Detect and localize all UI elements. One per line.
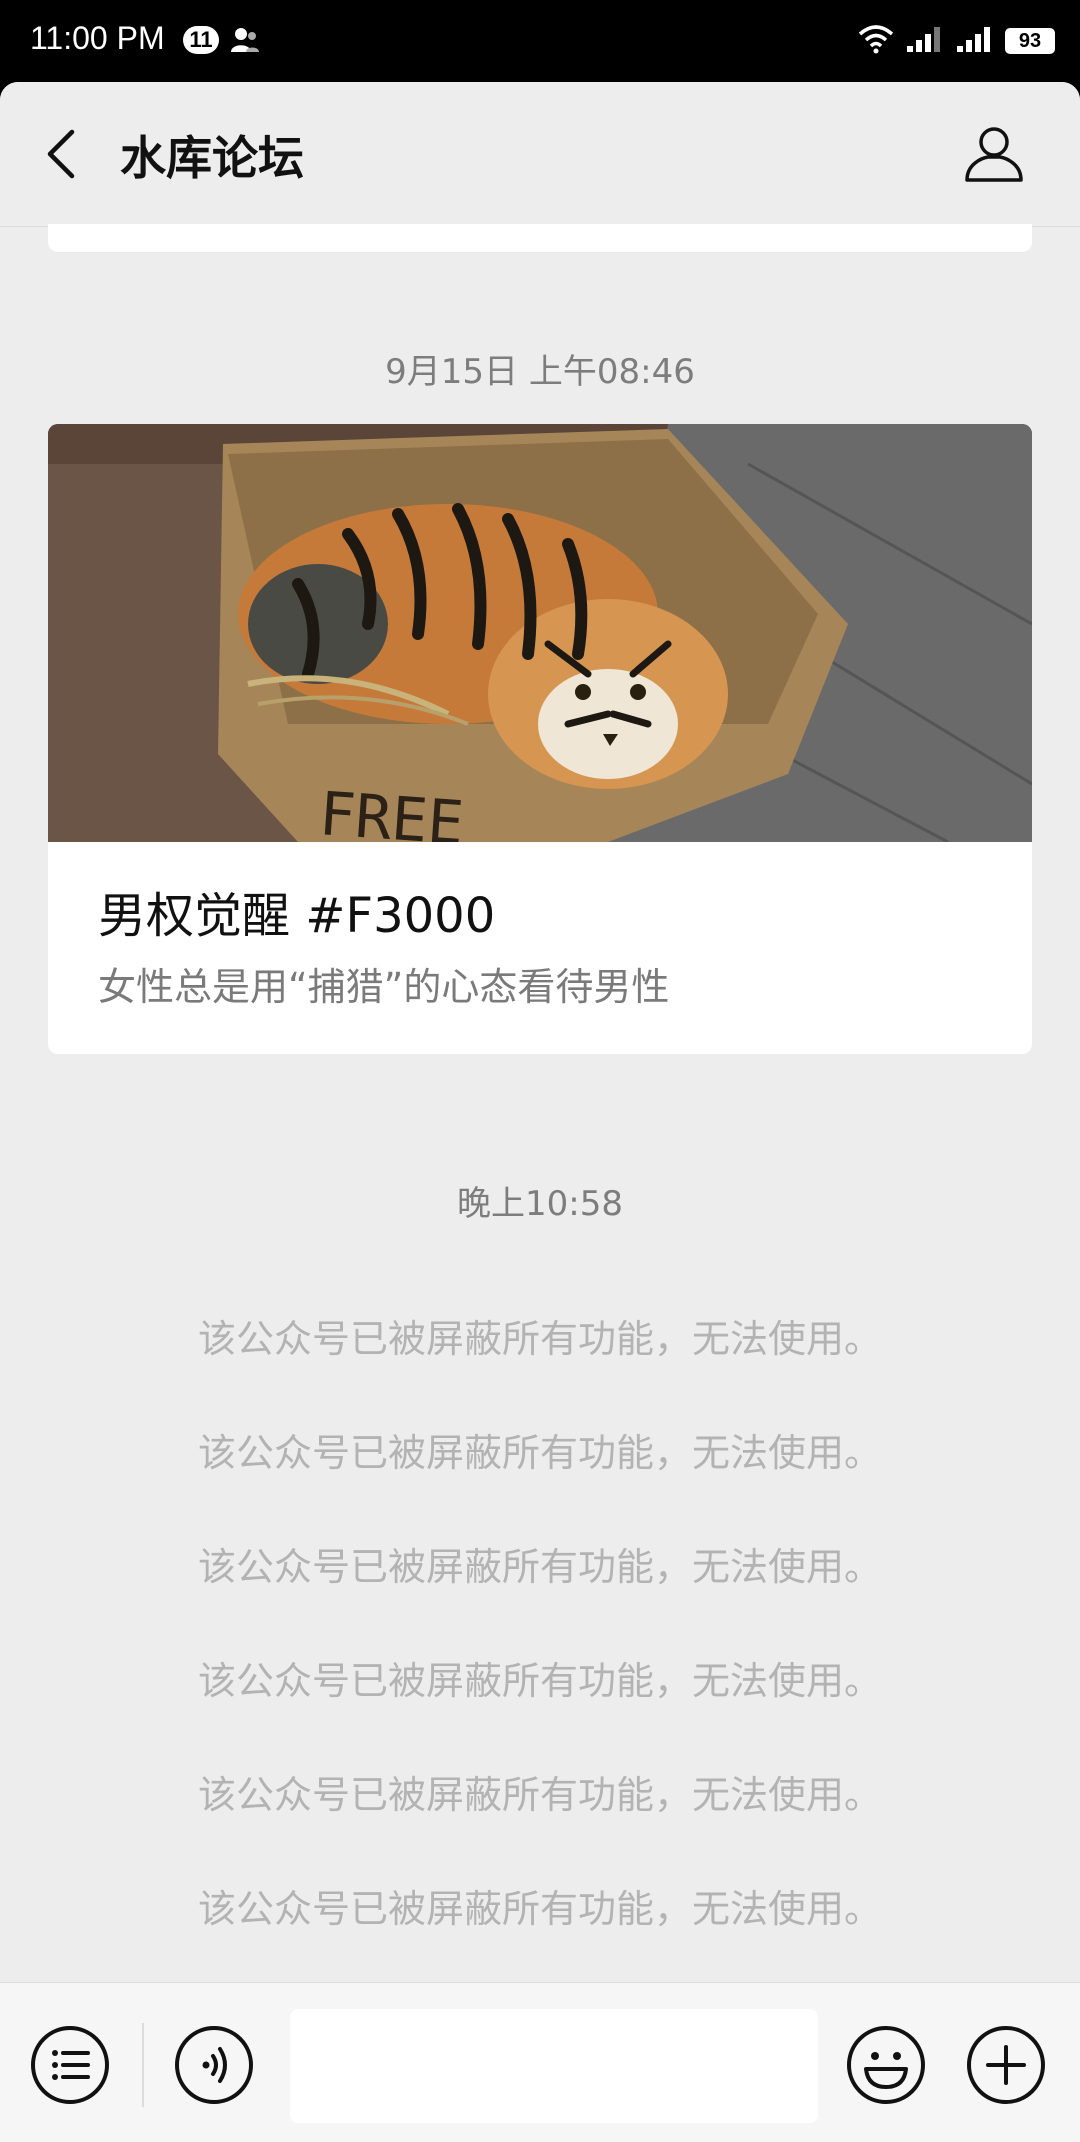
blocked-notice: 该公众号已被屏蔽所有功能，无法使用。 [197, 1659, 882, 1703]
blocked-notice: 该公众号已被屏蔽所有功能，无法使用。 [197, 1545, 882, 1589]
user-status-icon [231, 28, 259, 52]
message-timestamp-2: 晚上10:58 [457, 1184, 623, 1224]
emoji-icon[interactable] [846, 2025, 926, 2105]
page-title: 水库论坛 [120, 131, 304, 185]
blocked-notice: 该公众号已被屏蔽所有功能，无法使用。 [197, 1317, 882, 1361]
article-title[interactable]: 男权觉醒 #F3000 [98, 876, 495, 946]
plus-icon[interactable] [966, 2025, 1046, 2105]
profile-icon[interactable] [962, 122, 1026, 186]
back-icon[interactable] [36, 124, 86, 184]
article-description: 女性总是用“捕猎”的心态看待男性 [98, 965, 670, 1009]
blocked-notice: 该公众号已被屏蔽所有功能，无法使用。 [197, 1431, 882, 1475]
chat-header: 水库论坛 [0, 82, 1080, 227]
blocked-notice: 该公众号已被屏蔽所有功能，无法使用。 [197, 1773, 882, 1817]
status-time: 11:00 PM [30, 20, 165, 56]
previous-article-card[interactable] [48, 224, 1032, 252]
box-free-text: FREE [317, 779, 466, 842]
voice-icon[interactable] [174, 2025, 254, 2105]
article-card[interactable]: FREE 男权觉醒 #F3000 女性总是用“捕猎”的心态看待男性 [48, 424, 1032, 1054]
input-bar-divider [142, 2023, 144, 2107]
input-bar [0, 1982, 1080, 2142]
menu-list-icon[interactable] [30, 2025, 110, 2105]
message-input[interactable] [290, 2009, 818, 2123]
signal-icon-1 [907, 27, 940, 52]
signal-icon-2 [957, 27, 990, 52]
status-bar: 11:00 PM 11 93 [0, 0, 1080, 84]
wifi-icon [858, 25, 894, 54]
battery-indicator: 93 [1005, 28, 1055, 54]
message-timestamp: 9月15日 上午08:46 [385, 352, 695, 392]
article-cover-image[interactable]: FREE [48, 424, 1032, 842]
blocked-notice: 该公众号已被屏蔽所有功能，无法使用。 [197, 1887, 882, 1931]
notification-count-badge: 11 [183, 26, 219, 54]
chat-screen: 水库论坛 9月15日 上午08:46 FREE 男权觉醒 #F3000 女性总是… [0, 82, 1080, 2142]
